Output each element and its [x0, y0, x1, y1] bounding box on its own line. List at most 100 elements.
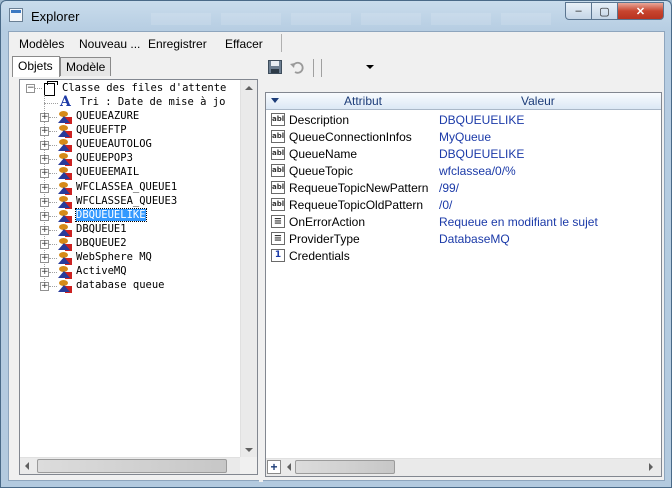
scroll-right-icon[interactable] — [649, 463, 653, 471]
tree-queue-label[interactable]: database queue — [76, 279, 165, 291]
tree-queue-row[interactable]: + DBQUEUE2 — [24, 237, 249, 251]
property-row[interactable]: ≡ ProviderType DatabaseMQ — [266, 230, 661, 247]
expand-icon[interactable]: + — [40, 254, 49, 263]
tree-queue-row[interactable]: + QUEUEAZURE — [24, 110, 249, 124]
property-value[interactable]: wfclassea/0/% — [439, 164, 516, 178]
horizontal-scroll-thumb[interactable] — [295, 460, 395, 474]
tree-connector — [49, 145, 57, 146]
property-row[interactable]: abl Description DBQUEUELIKE — [266, 111, 661, 128]
title-bar[interactable]: Explorer – ▢ ✕ — [1, 1, 671, 31]
property-value[interactable]: DBQUEUELIKE — [439, 113, 524, 127]
expand-icon[interactable]: + — [40, 226, 49, 235]
tree-queue-label[interactable]: WebSphere MQ — [76, 251, 152, 263]
tree-vertical-scrollbar[interactable] — [240, 80, 257, 458]
tree-queue-row[interactable]: + ActiveMQ — [24, 265, 249, 279]
class-folder-icon — [44, 81, 58, 96]
menu-enregistrer[interactable]: Enregistrer — [148, 37, 207, 51]
close-button[interactable]: ✕ — [617, 2, 664, 20]
horizontal-scroll-thumb[interactable] — [37, 459, 227, 473]
property-value[interactable]: /99/ — [439, 181, 459, 195]
scroll-left-icon[interactable] — [25, 462, 29, 470]
tree-queue-label[interactable]: QUEUEFTP — [76, 124, 127, 136]
tree-queue-label[interactable]: QUEUEAUTOLOG — [76, 138, 152, 150]
tab-modele[interactable]: Modèle — [60, 57, 111, 76]
expand-icon[interactable]: + — [40, 240, 49, 249]
property-row[interactable]: abl QueueConnectionInfos MyQueue — [266, 128, 661, 145]
tree-queue-label[interactable]: WFCLASSEA_QUEUE1 — [76, 181, 177, 193]
menu-nouveau[interactable]: Nouveau ... — [79, 37, 140, 51]
property-row[interactable]: ≡ OnErrorAction Requeue en modifiant le su… — [266, 213, 661, 230]
property-row[interactable]: abl QueueTopic wfclassea/0/% — [266, 162, 661, 179]
tree-queue-label[interactable]: QUEUEPOP3 — [76, 152, 133, 164]
queue-object-icon — [58, 139, 72, 152]
tree-queue-label[interactable]: DBQUEUE2 — [76, 237, 127, 249]
property-value[interactable]: /0/ — [439, 198, 452, 212]
scroll-down-icon[interactable] — [245, 448, 253, 452]
property-value[interactable]: DatabaseMQ — [439, 232, 510, 246]
tree-queue-row[interactable]: + WFCLASSEA_QUEUE1 — [24, 181, 249, 195]
scroll-left-icon[interactable] — [287, 463, 291, 471]
property-value[interactable]: DBQUEUELIKE — [439, 147, 524, 161]
expand-icon[interactable]: + — [40, 141, 49, 150]
minimize-button[interactable]: – — [565, 2, 592, 20]
menu-modeles[interactable]: Modèles — [19, 37, 64, 51]
queue-object-icon — [58, 224, 72, 237]
expand-icon[interactable]: + — [40, 282, 49, 291]
expand-icon[interactable]: + — [40, 212, 49, 221]
tree-queue-row[interactable]: + DBQUEUELIKE — [24, 208, 249, 223]
object-tree-panel: − Classe des files d'attente A Tri : Dat… — [19, 79, 258, 475]
undo-icon[interactable] — [289, 59, 305, 75]
tree-queue-label[interactable]: DBQUEUE1 — [76, 223, 127, 235]
expand-icon[interactable]: + — [40, 113, 49, 122]
tree-queue-row[interactable]: + QUEUEEMAIL — [24, 166, 249, 180]
collapse-icon[interactable]: − — [26, 84, 35, 93]
property-row[interactable]: abl QueueName DBQUEUELIKE — [266, 145, 661, 162]
tab-objets[interactable]: Objets — [12, 56, 60, 77]
tree-queue-label[interactable]: QUEUEEMAIL — [76, 166, 139, 178]
panel-splitter[interactable] — [259, 54, 263, 482]
tree-queue-row[interactable]: + QUEUEPOP3 — [24, 152, 249, 166]
toolbar-separator — [321, 59, 322, 77]
scroll-up-icon[interactable] — [245, 86, 253, 90]
tree-queue-label[interactable]: QUEUEAZURE — [76, 110, 139, 122]
expand-icon[interactable]: + — [40, 127, 49, 136]
scroll-corner — [240, 457, 257, 474]
tree-horizontal-scrollbar[interactable] — [20, 457, 249, 474]
expand-icon[interactable]: + — [40, 198, 49, 207]
tree-queue-label[interactable]: DBQUEUELIKE — [75, 208, 147, 222]
tree-queue-row[interactable]: + DBQUEUE1 — [24, 223, 249, 237]
expand-icon[interactable]: + — [40, 268, 49, 277]
queue-object-icon — [58, 111, 72, 124]
tree-queue-row[interactable]: + database queue — [24, 279, 249, 293]
property-value[interactable]: MyQueue — [439, 130, 491, 144]
property-row[interactable]: abl RequeueTopicNewPattern/99/ — [266, 179, 661, 196]
tree-queue-row[interactable]: + WFCLASSEA_QUEUE3 — [24, 195, 249, 209]
add-button[interactable]: + — [267, 460, 281, 474]
tree-root-row[interactable]: − Classe des files d'attente — [24, 81, 249, 96]
text-property-icon: abl — [271, 130, 285, 143]
queue-object-icon — [58, 252, 72, 265]
tree-connector — [49, 202, 57, 203]
menu-effacer[interactable]: Effacer — [225, 37, 263, 51]
tree-root-label: Classe des files d'attente — [62, 82, 227, 94]
maximize-button[interactable]: ▢ — [591, 2, 618, 20]
expand-icon[interactable]: + — [40, 155, 49, 164]
dropdown-arrow-icon[interactable] — [362, 59, 378, 75]
collapse-arrow-icon[interactable] — [271, 98, 279, 103]
property-row[interactable]: abl RequeueTopicOldPattern/0/ — [266, 196, 661, 213]
tree-queue-row[interactable]: + QUEUEAUTOLOG — [24, 138, 249, 152]
expand-icon[interactable]: + — [40, 169, 49, 178]
tree-queue-label[interactable]: ActiveMQ — [76, 265, 127, 277]
expand-icon[interactable]: + — [40, 184, 49, 193]
tree-queue-row[interactable]: + QUEUEFTP — [24, 124, 249, 138]
tree-queue-label[interactable]: WFCLASSEA_QUEUE3 — [76, 195, 177, 207]
tree-sort-row[interactable]: A Tri : Date de mise à jo — [24, 95, 249, 110]
property-value[interactable]: Requeue en modifiant le sujet — [439, 215, 598, 229]
column-header-valeur[interactable]: Valeur — [521, 94, 555, 108]
tree-connector — [49, 286, 57, 287]
save-icon[interactable] — [267, 59, 283, 75]
property-row[interactable]: 1 Credentials — [266, 247, 661, 264]
column-header-attribut[interactable]: Attribut — [344, 94, 382, 108]
tree-connector — [44, 103, 58, 104]
tree-queue-row[interactable]: + WebSphere MQ — [24, 251, 249, 265]
